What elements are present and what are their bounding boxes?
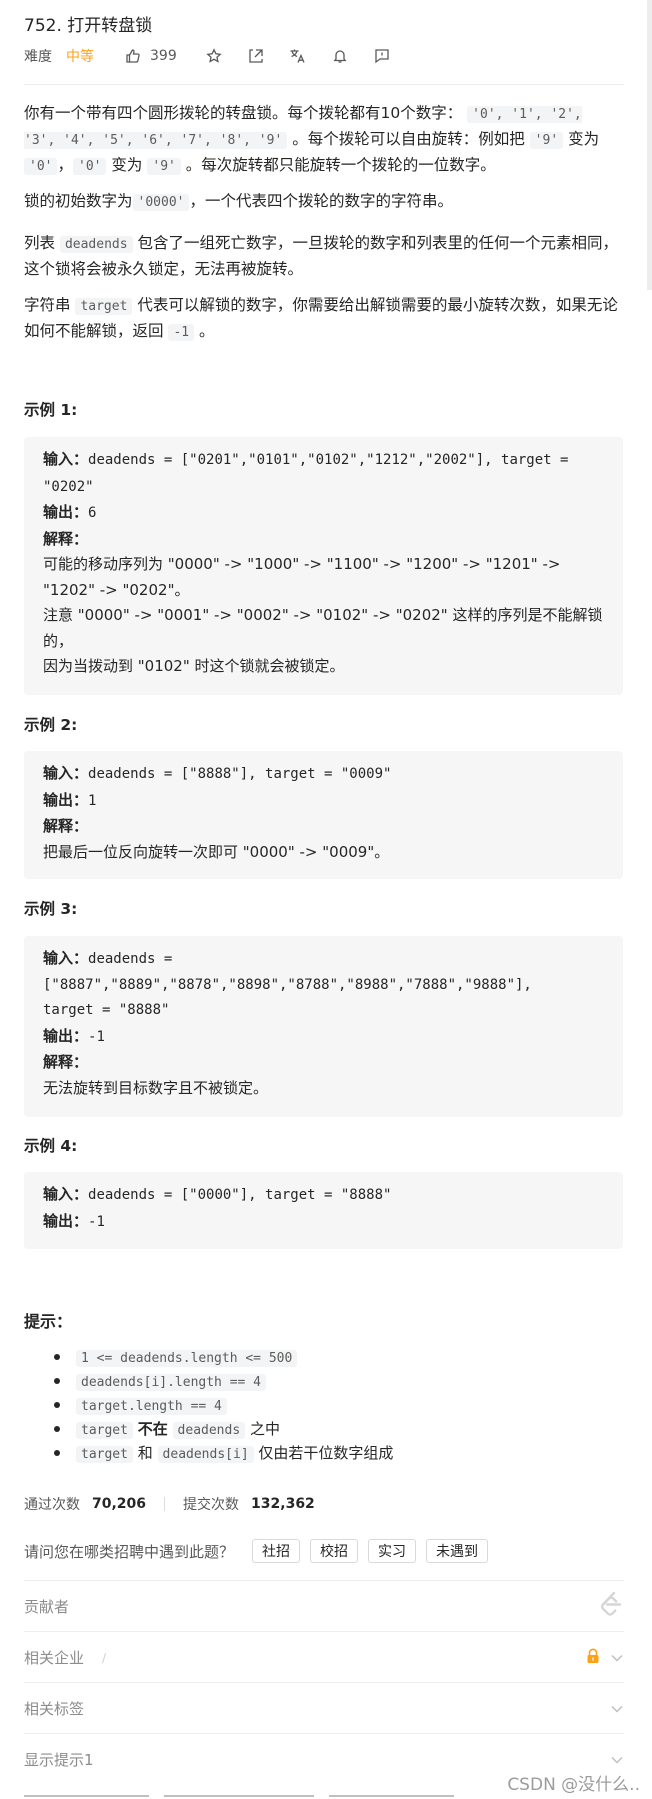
example-4-title: 示例 4:	[24, 1137, 78, 1155]
option-campus-recruit-button[interactable]: 校招	[310, 1539, 359, 1563]
related-companies-row[interactable]: 相关企业 /	[24, 1631, 624, 1683]
separator: /	[102, 1650, 107, 1665]
chevron-down-icon[interactable]	[610, 1649, 624, 1667]
list-item: target 不在 deadends 之中	[52, 1417, 393, 1441]
translate-icon[interactable]	[287, 46, 309, 66]
chevron-down-icon[interactable]	[610, 1700, 624, 1718]
example-2-title: 示例 2:	[24, 716, 78, 734]
difficulty-label: 难度	[24, 49, 52, 65]
description-paragraph-3: 列表 deadends 包含了一组死亡数字，一旦拨轮的数字和列表里的任何一个元素…	[24, 234, 619, 278]
divider	[164, 1497, 166, 1511]
description-paragraph-1: 你有一个带有四个圆形拨轮的转盘锁。每个拨轮都有10个数字： '0', '1', …	[24, 104, 600, 175]
feedback-icon[interactable]	[371, 46, 393, 66]
example-1-block: 输入：deadends = ["0201","0101","0102","121…	[24, 437, 623, 695]
problem-title: 752. 打开转盘锁	[24, 16, 153, 36]
tips-list: 1 <= deadends.length <= 500 deadends[i].…	[52, 1345, 393, 1465]
thumb-up-icon[interactable]	[122, 46, 144, 66]
option-internship-button[interactable]: 实习	[368, 1539, 417, 1563]
survey-question: 请问您在哪类招聘中遇到此题？	[24, 1542, 235, 1561]
example-4-block: 输入：deadends = ["0000"], target = "8888" …	[24, 1172, 623, 1249]
related-companies-label: 相关企业	[24, 1649, 85, 1667]
contributors-label: 贡献者	[24, 1598, 70, 1616]
option-social-recruit-button[interactable]: 社招	[252, 1539, 301, 1563]
like-count: 399	[150, 48, 177, 64]
example-3-block: 输入：deadends = ["8887","8889","8878","889…	[24, 936, 623, 1117]
leetcode-logo-icon	[598, 1590, 624, 1624]
scrollbar[interactable]	[647, 0, 652, 290]
divider	[24, 84, 624, 85]
example-1-title: 示例 1:	[24, 401, 78, 419]
difficulty-badge: 中等	[66, 49, 94, 65]
submissions-label: 提交次数	[183, 1497, 240, 1513]
share-icon[interactable]	[245, 46, 267, 66]
submission-stats: 通过次数 70,206 提交次数 132,362	[24, 1493, 315, 1515]
submissions-count: 132,362	[251, 1496, 315, 1512]
accepted-count: 70,206	[92, 1496, 147, 1512]
list-item: deadends[i].length == 4	[52, 1369, 393, 1393]
list-item: 1 <= deadends.length <= 500	[52, 1345, 393, 1369]
accepted-label: 通过次数	[24, 1497, 80, 1513]
bottom-divider-bars	[24, 1795, 624, 1799]
related-tags-label: 相关标签	[24, 1700, 85, 1718]
lock-icon	[586, 1648, 600, 1668]
description-paragraph-4: 字符串 target 代表可以解锁的数字，你需要给出解锁需要的最小旋转次数，如果…	[24, 296, 618, 341]
related-tags-row[interactable]: 相关标签	[24, 1682, 624, 1734]
bell-icon[interactable]	[329, 46, 351, 66]
chevron-down-icon[interactable]	[610, 1751, 624, 1769]
csdn-watermark: CSDN @没什么..	[507, 1775, 640, 1795]
example-3-title: 示例 3:	[24, 900, 78, 918]
description-paragraph-2: 锁的初始数字为 '0000' ，一个代表四个拨轮的数字的字符串。	[24, 192, 453, 211]
contributors-row[interactable]: 贡献者	[24, 1580, 624, 1632]
option-not-encountered-button[interactable]: 未遇到	[426, 1539, 489, 1563]
list-item: target.length == 4	[52, 1393, 393, 1417]
tips-title: 提示：	[24, 1312, 73, 1331]
show-hint-label: 显示提示1	[24, 1751, 94, 1769]
problem-meta-bar: 难度 中等 399	[24, 46, 393, 66]
example-2-block: 输入：deadends = ["8888"], target = "0009" …	[24, 751, 623, 879]
star-icon[interactable]	[203, 46, 225, 66]
list-item: target 和 deadends[i] 仅由若干位数字组成	[52, 1441, 393, 1465]
interview-survey: 请问您在哪类招聘中遇到此题？ 社招 校招 实习 未遇到	[24, 1538, 489, 1564]
